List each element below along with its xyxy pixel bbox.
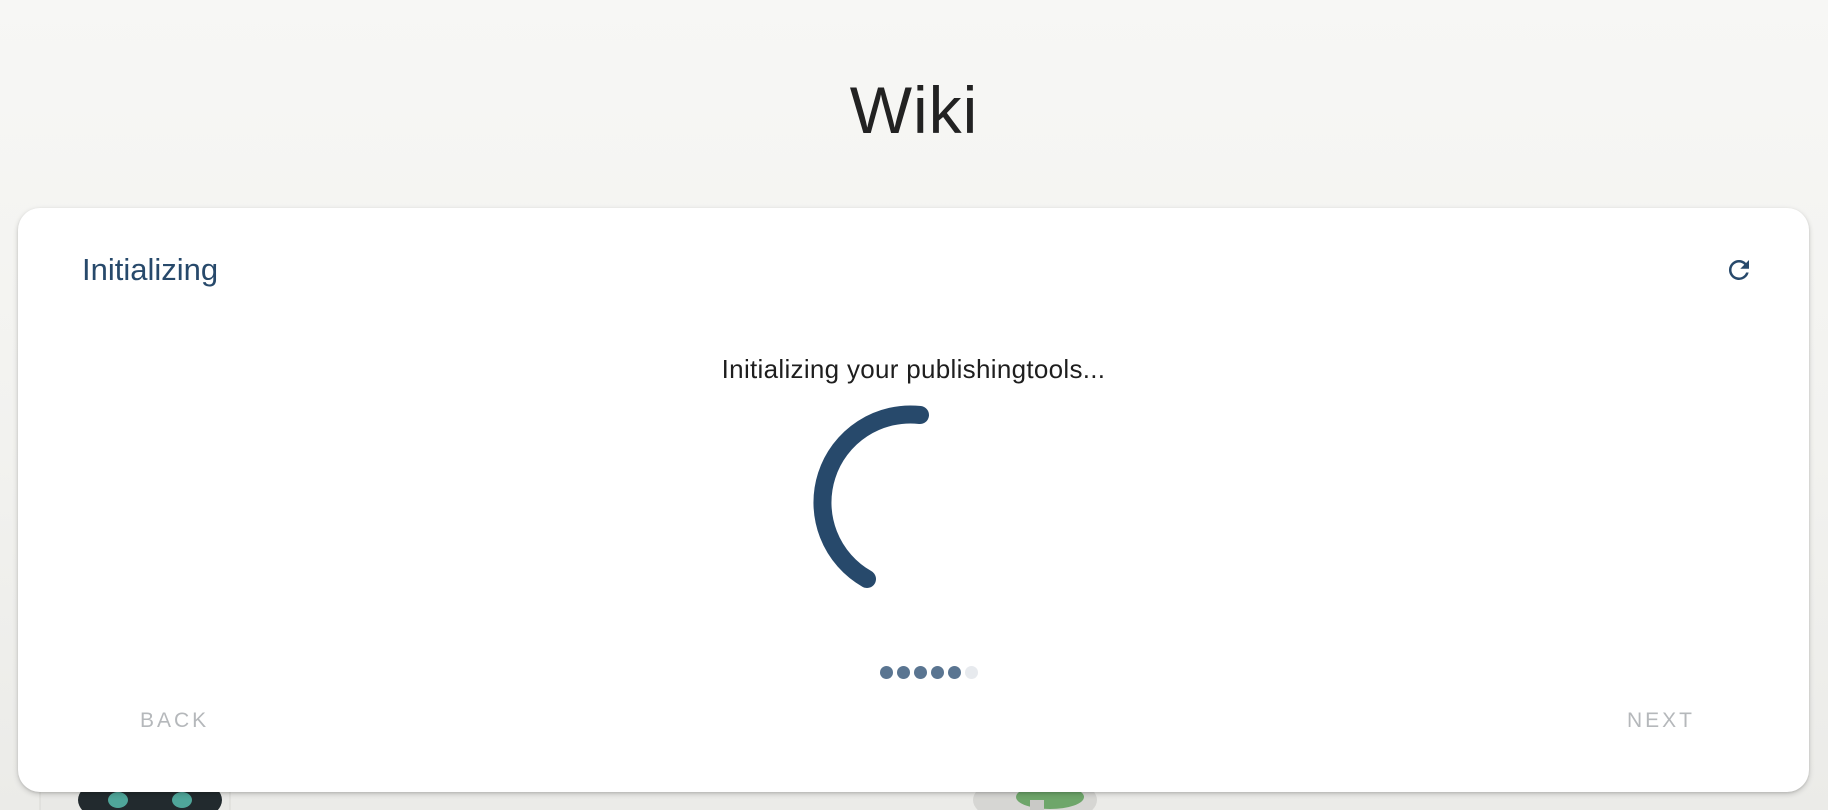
setup-card: Initializing Initializing your publishin… bbox=[18, 208, 1809, 792]
progress-dot-complete bbox=[931, 666, 944, 679]
progress-dot-complete bbox=[948, 666, 961, 679]
refresh-button[interactable] bbox=[1721, 252, 1757, 288]
progress-dot-complete bbox=[880, 666, 893, 679]
loading-spinner bbox=[813, 405, 929, 588]
status-message: Initializing your publishingtools... bbox=[721, 354, 1106, 384]
progress-dots bbox=[880, 666, 978, 679]
page-title: Wiki bbox=[849, 73, 979, 147]
back-button[interactable]: BACK bbox=[128, 701, 221, 741]
next-button[interactable]: NEXT bbox=[1615, 701, 1707, 741]
progress-dot-complete bbox=[914, 666, 927, 679]
card-title: Initializing bbox=[82, 252, 219, 287]
refresh-icon bbox=[1728, 259, 1749, 280]
progress-dot-complete bbox=[897, 666, 910, 679]
progress-dot-pending bbox=[965, 666, 978, 679]
